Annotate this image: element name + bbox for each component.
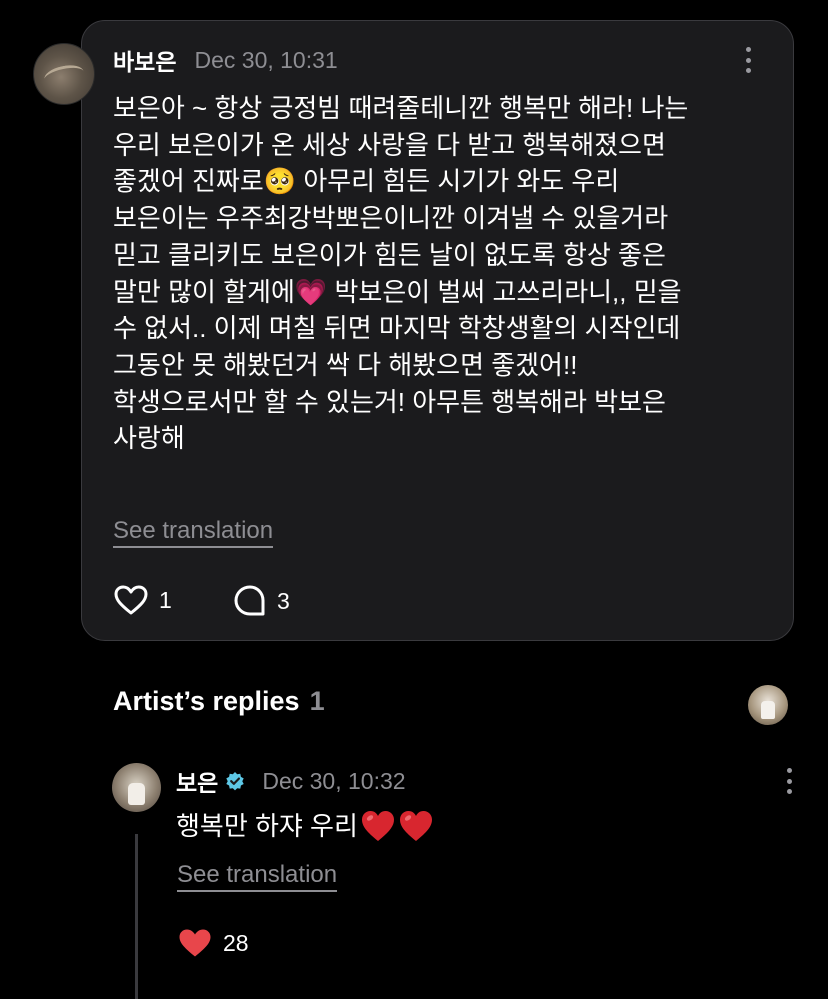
post-timestamp: Dec 30, 10:31 [194, 46, 338, 73]
post-like-button[interactable]: 1 [113, 584, 172, 616]
reply-body: 행복만 하쟈 우리 [176, 808, 434, 844]
heart-filled-icon [179, 929, 211, 957]
artist-avatar-small[interactable] [748, 685, 788, 725]
post-like-count: 1 [159, 586, 172, 613]
artist-replies-header: Artist’s replies 1 [113, 686, 325, 717]
comment-bubble-icon [234, 585, 265, 616]
thread-line [135, 834, 138, 999]
artist-replies-count: 1 [309, 686, 325, 716]
reply-author-avatar[interactable] [112, 763, 161, 812]
post-more-options-icon[interactable] [744, 47, 752, 73]
red-heart-emoji-icon [361, 811, 394, 841]
reply-header: 보은 Dec 30, 10:32 [176, 765, 406, 797]
reply-body-text: 행복만 하쟈 우리 [176, 811, 358, 841]
post-comment-count: 3 [277, 587, 290, 614]
reply-like-button[interactable]: 28 [177, 927, 249, 959]
heart-outline-icon [114, 585, 148, 615]
reply-more-options-icon[interactable] [785, 768, 793, 794]
reply-author-name[interactable]: 보은 [176, 764, 218, 798]
artist-replies-title: Artist’s replies [113, 686, 300, 716]
red-heart-emoji-icon [399, 811, 432, 841]
reply-like-count: 28 [223, 929, 249, 956]
reply-timestamp: Dec 30, 10:32 [262, 767, 406, 794]
verified-badge-icon [226, 772, 245, 791]
post-body-text: 보은아 ~ 항상 긍정빔 때려줄테니깐 행복만 해라! 나는 우리 보은이가 온… [113, 93, 689, 454]
post-author-name[interactable]: 바보은 [113, 43, 176, 77]
post-author-avatar[interactable] [33, 43, 95, 105]
post-comment-button[interactable]: 3 [233, 584, 290, 618]
post-header: 바보은 Dec 30, 10:31 [113, 44, 338, 76]
reply-see-translation-link[interactable]: See translation [177, 861, 338, 892]
post-see-translation-link[interactable]: See translation [113, 517, 274, 548]
